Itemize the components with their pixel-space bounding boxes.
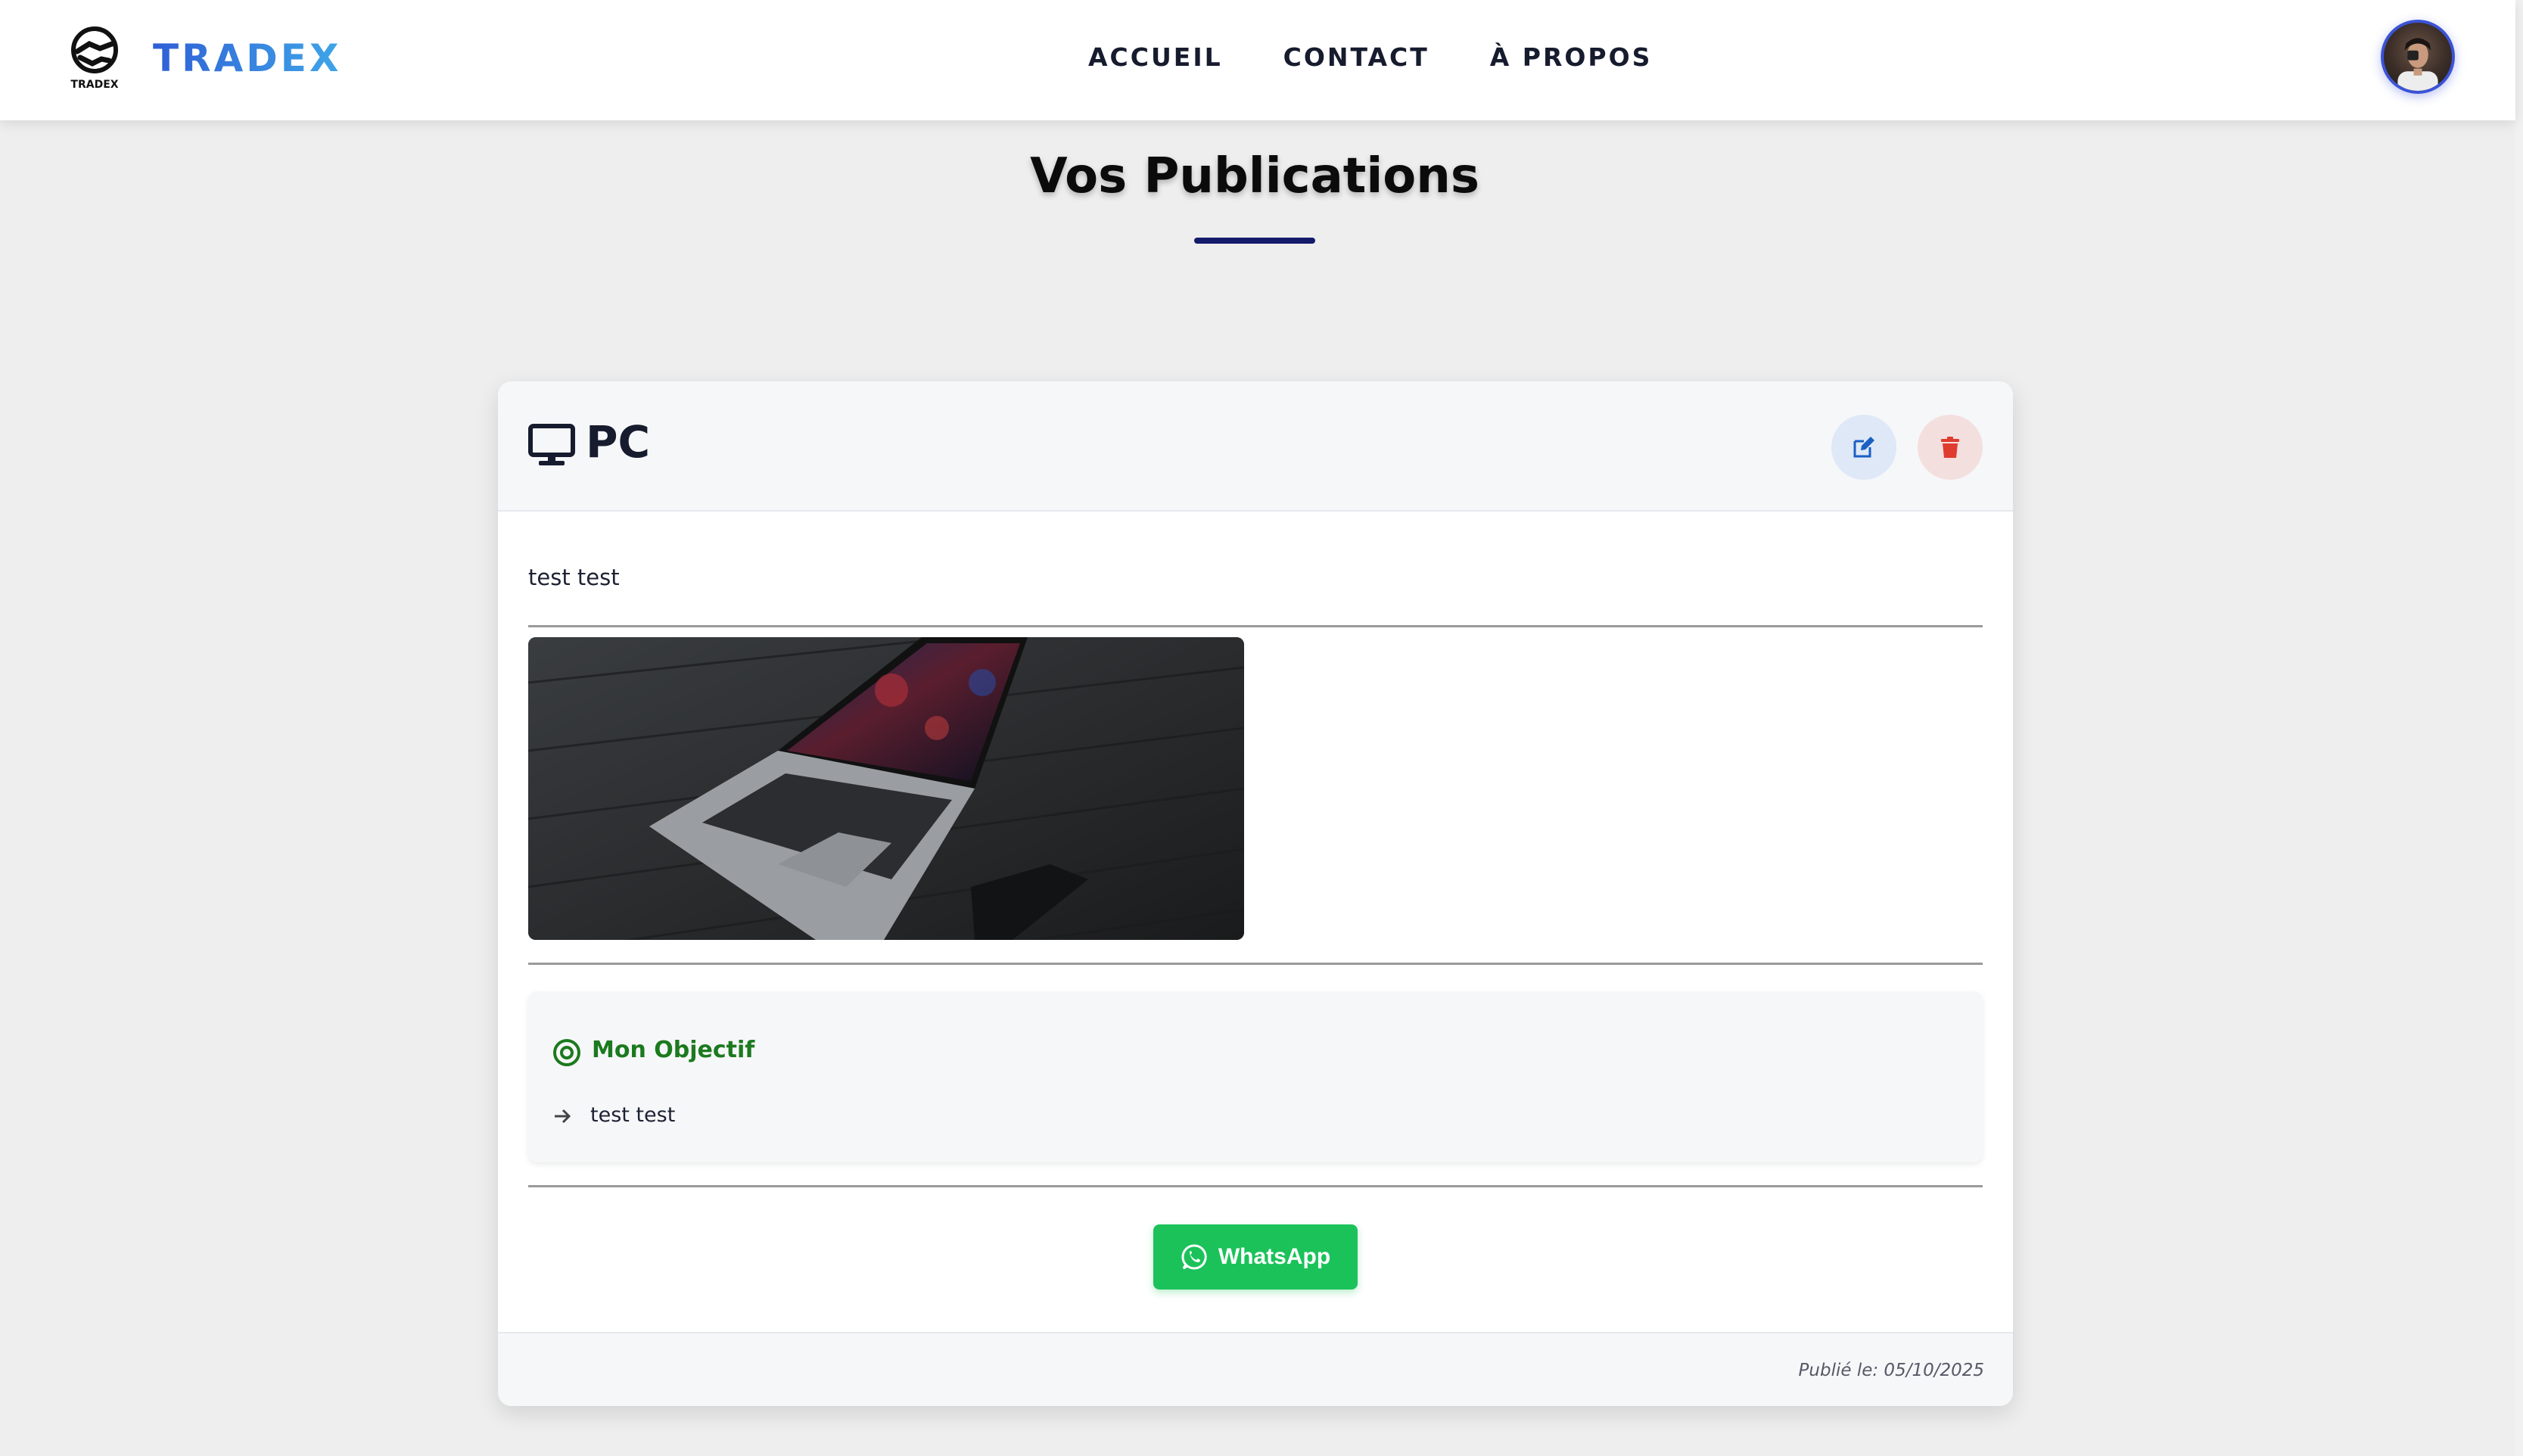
publication-card: PC test test Mon Objectif test test What… bbox=[498, 381, 2013, 1406]
product-photo[interactable] bbox=[528, 637, 1244, 940]
arrow-right-icon bbox=[555, 1109, 571, 1124]
brand-name[interactable]: TRADEX bbox=[153, 36, 342, 80]
objective-title: Mon Objectif bbox=[592, 1037, 755, 1063]
card-header: PC bbox=[498, 381, 2013, 512]
handshake-logo-icon[interactable]: TRADEX bbox=[67, 26, 123, 91]
nav-link-a-propos[interactable]: À PROPOS bbox=[1490, 42, 1653, 72]
trash-icon bbox=[1941, 437, 1959, 458]
target-icon bbox=[553, 1039, 580, 1066]
whatsapp-icon bbox=[1181, 1244, 1207, 1270]
divider bbox=[528, 1185, 1983, 1187]
title-underline bbox=[1194, 238, 1315, 244]
whatsapp-button[interactable]: WhatsApp bbox=[1153, 1224, 1358, 1290]
objective-text: test test bbox=[590, 1103, 676, 1127]
divider bbox=[528, 625, 1983, 627]
desktop-icon bbox=[528, 424, 575, 465]
card-description: test test bbox=[528, 565, 620, 590]
page-title: Vos Publications bbox=[1030, 148, 1479, 204]
user-avatar[interactable] bbox=[2381, 20, 2455, 94]
card-footer: Publié le: 05/10/2025 bbox=[498, 1332, 2013, 1406]
published-date: Publié le: 05/10/2025 bbox=[1798, 1361, 1984, 1380]
delete-button[interactable] bbox=[1918, 415, 1983, 480]
nav-link-accueil[interactable]: ACCUEIL bbox=[1088, 42, 1223, 72]
whatsapp-label: WhatsApp bbox=[1218, 1244, 1331, 1269]
navbar: TRADEX TRADEX ACCUEIL CONTACT À PROPOS bbox=[0, 0, 2515, 120]
card-title: PC bbox=[586, 416, 651, 468]
objective-section: Mon Objectif test test bbox=[528, 991, 1983, 1162]
main-nav: ACCUEIL CONTACT À PROPOS bbox=[1088, 42, 1713, 72]
edit-button[interactable] bbox=[1831, 415, 1896, 480]
edit-icon bbox=[1853, 437, 1874, 458]
nav-link-contact[interactable]: CONTACT bbox=[1283, 42, 1429, 72]
divider bbox=[528, 963, 1983, 965]
brand[interactable]: TRADEX TRADEX bbox=[67, 26, 342, 91]
logo-text: TRADEX bbox=[70, 79, 118, 91]
scrollbar[interactable] bbox=[2515, 0, 2523, 1456]
